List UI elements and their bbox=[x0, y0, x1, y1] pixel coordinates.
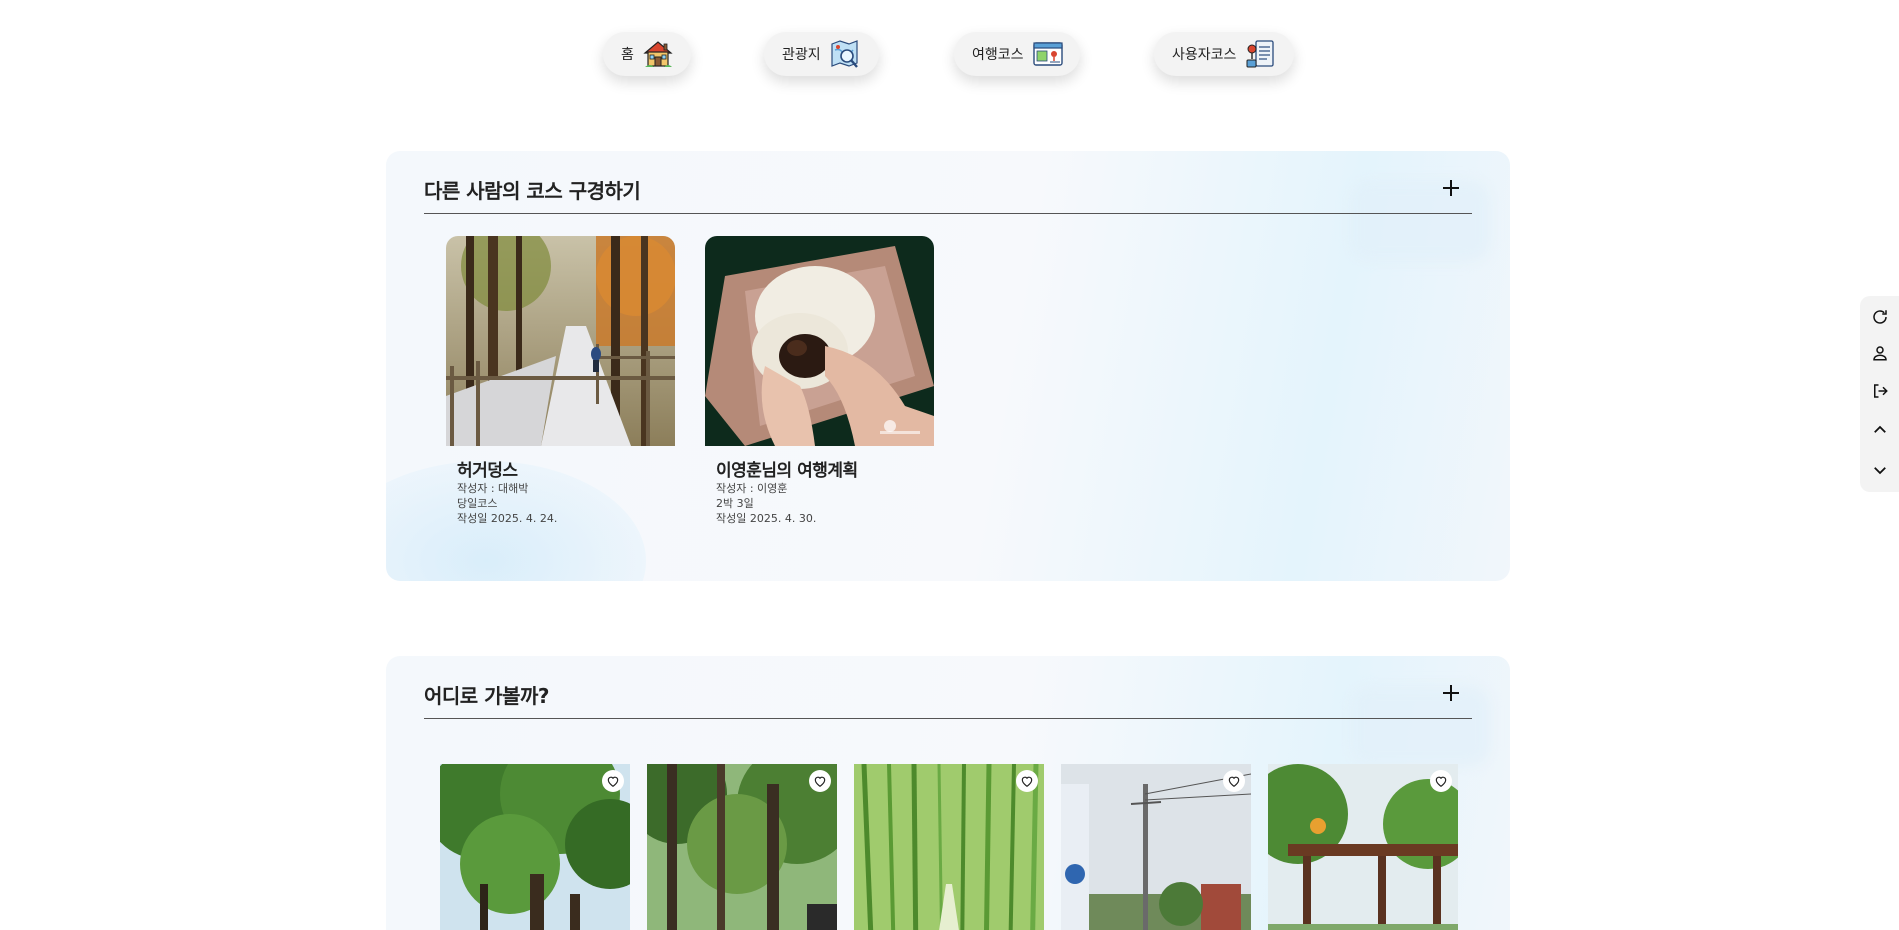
courses-more-button[interactable] bbox=[1440, 177, 1462, 199]
place-card[interactable] bbox=[647, 764, 837, 930]
course-image bbox=[446, 236, 675, 446]
favorite-button[interactable] bbox=[1430, 770, 1452, 792]
heart-icon bbox=[1435, 776, 1447, 787]
heart-icon bbox=[1021, 776, 1033, 787]
heart-icon bbox=[814, 776, 826, 787]
course-duration: 2박 3일 bbox=[716, 497, 754, 510]
logout-icon bbox=[1874, 384, 1888, 398]
places-section-header: 어디로 가볼까? bbox=[424, 676, 1472, 719]
user-icon bbox=[1873, 346, 1887, 361]
refresh-button[interactable] bbox=[1871, 308, 1889, 326]
course-date: 작성일 2025. 4. 30. bbox=[716, 512, 817, 525]
place-card[interactable] bbox=[440, 764, 630, 930]
top-navigation: 홈 관광지 여행코스 사용자코스 bbox=[0, 0, 1899, 110]
course-name: 허거덩스 bbox=[457, 461, 518, 481]
places-section-title: 어디로 가볼까? bbox=[424, 684, 549, 708]
place-image bbox=[440, 764, 630, 930]
course-card[interactable]: 허거덩스 작성자 : 대해박 당일코스 작성일 2025. 4. 24. bbox=[446, 236, 675, 526]
place-card[interactable] bbox=[854, 764, 1044, 930]
side-toolbar bbox=[1860, 296, 1899, 492]
favorite-button[interactable] bbox=[1016, 770, 1038, 792]
place-image bbox=[1268, 764, 1458, 930]
course-author: 작성자 : 대해박 bbox=[457, 482, 529, 495]
nav-travel-course-button[interactable]: 여행코스 bbox=[954, 32, 1080, 76]
place-image bbox=[854, 764, 1044, 930]
nav-travel-course-label: 여행코스 bbox=[972, 47, 1024, 63]
course-author: 작성자 : 이영훈 bbox=[716, 482, 788, 495]
logout-button[interactable] bbox=[1871, 382, 1889, 400]
heart-icon bbox=[1228, 776, 1240, 787]
nav-attractions-button[interactable]: 관광지 bbox=[764, 32, 879, 76]
course-card[interactable]: 이영훈님의 여행계획 작성자 : 이영훈 2박 3일 작성일 2025. 4. … bbox=[705, 236, 934, 526]
courses-section-title: 다른 사람의 코스 구경하기 bbox=[424, 179, 641, 203]
place-image bbox=[1061, 764, 1251, 930]
nav-user-course-button[interactable]: 사용자코스 bbox=[1154, 32, 1294, 76]
course-board-icon bbox=[1032, 38, 1064, 70]
chevron-up-icon bbox=[1874, 425, 1886, 433]
refresh-icon bbox=[1873, 310, 1887, 324]
nav-user-course-label: 사용자코스 bbox=[1172, 47, 1237, 63]
favorite-button[interactable] bbox=[1223, 770, 1245, 792]
heart-icon bbox=[607, 776, 619, 787]
course-duration: 당일코스 bbox=[457, 497, 498, 510]
course-image bbox=[705, 236, 934, 446]
chevron-down-icon bbox=[1874, 467, 1886, 475]
courses-section-header: 다른 사람의 코스 구경하기 bbox=[424, 171, 1472, 214]
nav-attractions-label: 관광지 bbox=[782, 47, 821, 63]
nav-home-button[interactable]: 홈 bbox=[603, 32, 691, 76]
favorite-button[interactable] bbox=[602, 770, 624, 792]
profile-button[interactable] bbox=[1871, 344, 1889, 362]
favorite-button[interactable] bbox=[809, 770, 831, 792]
user-document-icon bbox=[1244, 38, 1276, 70]
courses-section: 다른 사람의 코스 구경하기 허거덩스 작성자: 대해박 당일코스 작성일 2… bbox=[386, 151, 1510, 581]
places-section: 어디로 가볼까? bbox=[386, 656, 1510, 930]
course-date: 작성일 2025. 4. 24. bbox=[457, 512, 558, 525]
place-image bbox=[647, 764, 837, 930]
map-search-icon bbox=[829, 38, 861, 70]
scroll-down-button[interactable] bbox=[1871, 461, 1889, 479]
scroll-up-button[interactable] bbox=[1871, 421, 1889, 439]
nav-home-label: 홈 bbox=[621, 47, 634, 63]
places-more-button[interactable] bbox=[1440, 682, 1462, 704]
course-name: 이영훈님의 여행계획 bbox=[716, 461, 858, 481]
house-icon bbox=[642, 38, 674, 70]
place-card[interactable] bbox=[1268, 764, 1458, 930]
place-card[interactable] bbox=[1061, 764, 1251, 930]
